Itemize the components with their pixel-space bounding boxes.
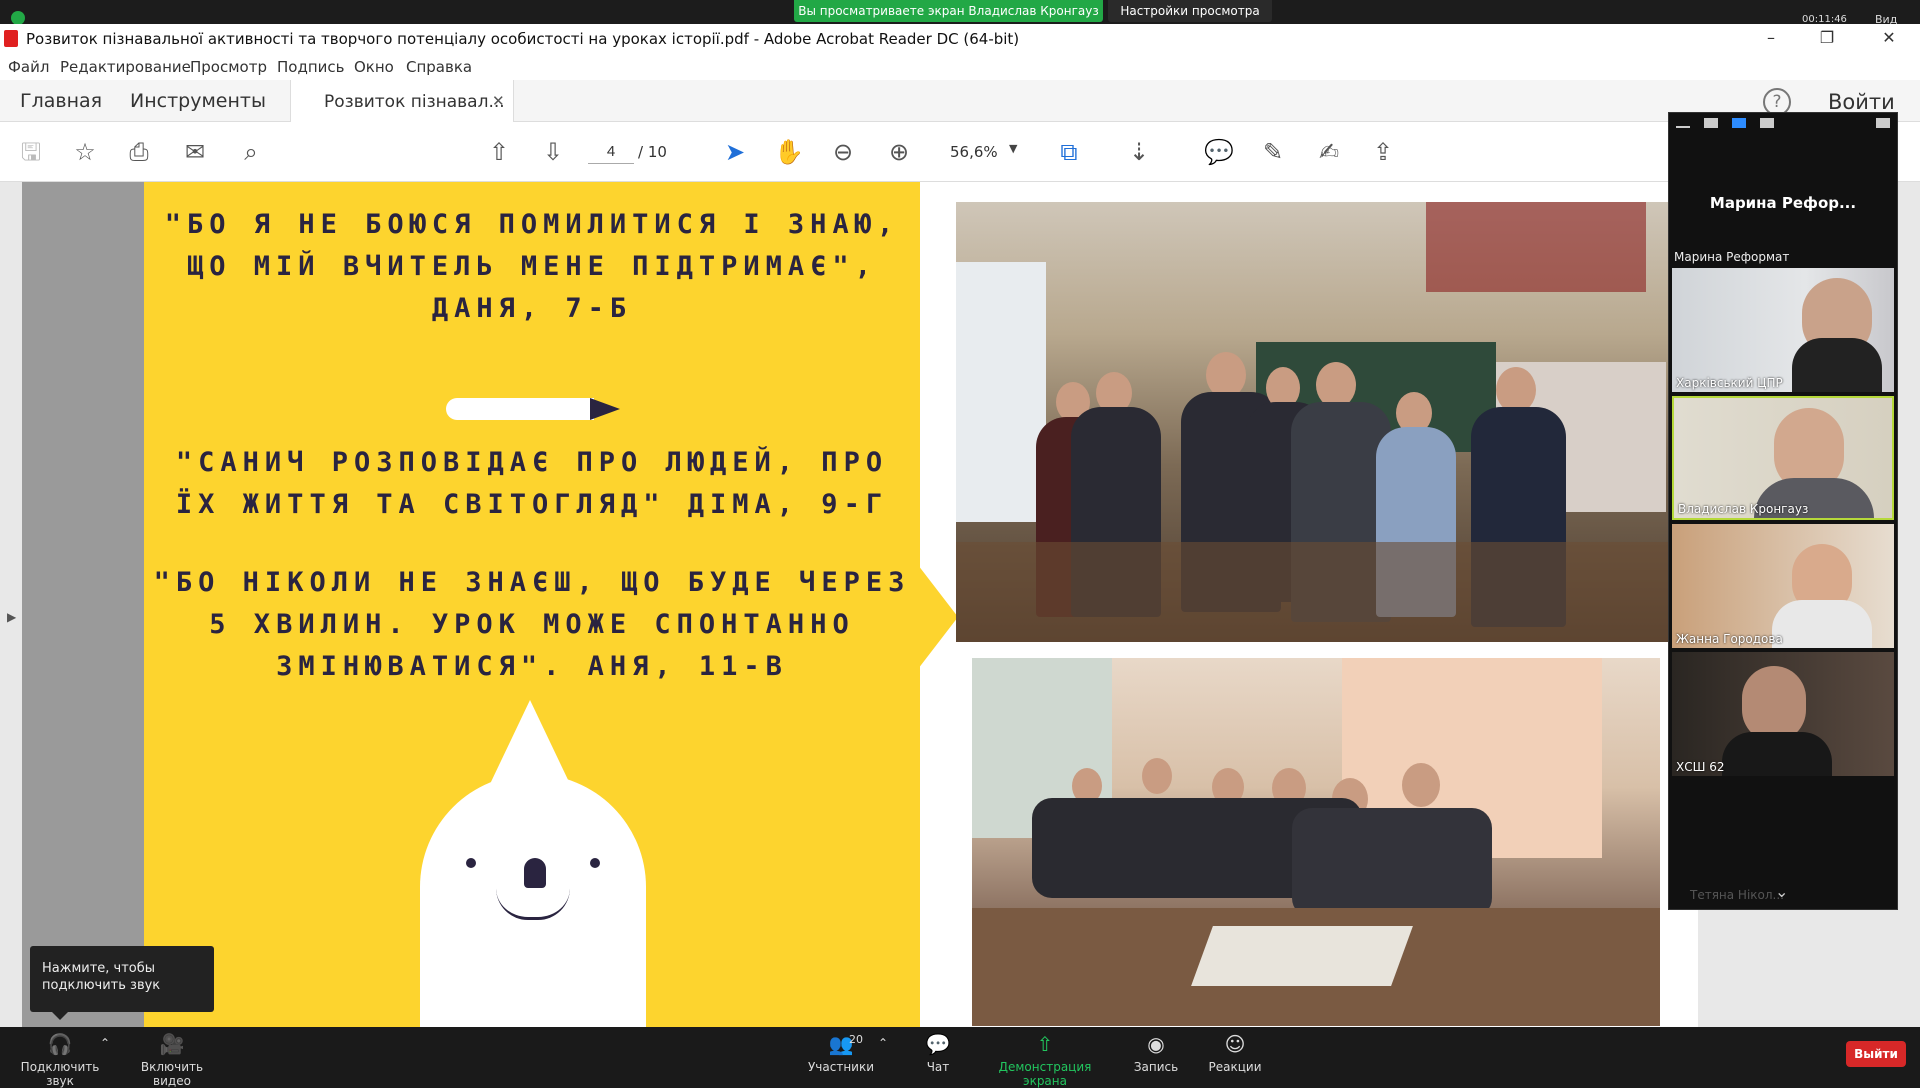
reactions-button[interactable]: ☺ Реакции [1202, 1032, 1268, 1074]
shield-icon [11, 11, 25, 25]
menu-sign[interactable]: Подпись [277, 58, 344, 76]
menu-file[interactable]: Файл [8, 58, 49, 76]
video-tile-name: Жанна Городова [1676, 632, 1783, 646]
more-participants-label: Тетяна Нікол... [1690, 888, 1784, 902]
video-tile-name: ХСШ 62 [1676, 760, 1725, 774]
audio-options-caret[interactable]: ⌃ [98, 1036, 112, 1050]
sign-icon[interactable]: ✍ [1314, 137, 1344, 167]
record-label: Запись [1133, 1060, 1179, 1074]
tooltip-arrow [52, 1012, 68, 1020]
zoom-level[interactable]: 56,6% [950, 143, 998, 161]
hand-tool-icon[interactable]: ✋ [774, 137, 804, 167]
bookmark-star-icon[interactable]: ☆ [70, 137, 100, 167]
pdf-icon [4, 30, 18, 47]
strip-view-icon[interactable] [1732, 118, 1746, 128]
page-total: / 10 [638, 143, 667, 161]
video-tile-name: Харківський ЦПР [1676, 376, 1783, 390]
tab-home[interactable]: Главная [20, 90, 102, 112]
video-tile[interactable]: Харківський ЦПР [1672, 268, 1894, 392]
comment-icon[interactable]: 💬 [1204, 137, 1234, 167]
minimize-button[interactable]: – [1748, 28, 1794, 50]
video-tile[interactable]: Жанна Городова [1672, 524, 1894, 648]
join-audio-tooltip: Нажмите, чтобы подключить звук [30, 946, 214, 1012]
classroom-photo-2 [972, 658, 1660, 1026]
quote-2: "Санич розповідає про людей, про їх житт… [175, 447, 889, 520]
chat-label: Чат [926, 1060, 950, 1074]
mascot-eye-right [590, 858, 600, 868]
fit-page-icon[interactable]: ⧉ [1054, 137, 1084, 167]
select-cursor-icon[interactable]: ➤ [720, 137, 750, 167]
restore-button[interactable]: ❐ [1804, 28, 1850, 50]
headphones-icon: 🎧 [47, 1032, 73, 1056]
video-tile[interactable]: ХСШ 62 [1672, 652, 1894, 776]
video-tile-name: Владислав Кронгауз [1678, 502, 1809, 516]
minimize-panel-icon[interactable] [1676, 126, 1690, 128]
zoom-in-icon[interactable]: ⊕ [884, 137, 914, 167]
left-gutter [0, 182, 22, 1027]
menu-edit[interactable]: Редактирование [60, 58, 191, 76]
reactions-icon: ☺ [1224, 1032, 1246, 1056]
share-banner: Вы просматриваете экран Владислав Кронга… [794, 0, 1103, 22]
share-screen-label: Демонстрация экрана [998, 1060, 1092, 1088]
mascot-crown [490, 700, 570, 784]
close-tab-icon[interactable]: ✕ [492, 92, 505, 110]
window-title: Розвиток пізнавальної активності та твор… [26, 30, 1020, 48]
close-window-button[interactable]: ✕ [1866, 28, 1912, 50]
zoom-dropdown-icon[interactable]: ▼ [1009, 142, 1017, 155]
participants-caret[interactable]: ⌃ [876, 1036, 890, 1050]
mascot-eye-left [466, 858, 476, 868]
quote-1: "Бо я не боюся помилитися і знаю, що мій… [164, 209, 900, 324]
share-doc-icon[interactable]: ⇪ [1368, 137, 1398, 167]
chat-icon: 💬 [925, 1032, 951, 1056]
active-speaker-name: Марина Рефор... [1709, 194, 1857, 212]
save-icon[interactable]: 🖫 [16, 137, 46, 167]
classroom-photo-1 [956, 202, 1668, 642]
menu-help[interactable]: Справка [406, 58, 472, 76]
video-tile-active[interactable]: Владислав Кронгауз [1672, 396, 1894, 520]
search-icon[interactable]: ⌕ [236, 137, 266, 167]
gallery-view-icon[interactable] [1760, 118, 1774, 128]
popout-panel-icon[interactable] [1876, 118, 1890, 128]
reactions-label: Реакции [1208, 1060, 1262, 1074]
tab-tools[interactable]: Инструменты [130, 90, 266, 112]
participants-label: Участники [807, 1060, 875, 1074]
tab-bar [0, 80, 1920, 122]
tab-document-label: Розвиток пізнавал... [324, 92, 505, 112]
leave-button[interactable]: Выйти [1846, 1041, 1906, 1067]
print-icon[interactable]: ⎙ [124, 137, 154, 167]
chat-button[interactable]: 💬 Чат [908, 1032, 968, 1074]
mascot-nose [524, 858, 546, 888]
sign-in-button[interactable]: Войти [1828, 90, 1895, 114]
prev-page-icon[interactable]: ⇧ [484, 137, 514, 167]
start-video-label: Включить видео [140, 1060, 204, 1088]
menu-view[interactable]: Просмотр [190, 58, 267, 76]
scroll-mode-icon[interactable]: ⇣ [1124, 137, 1154, 167]
pencil-illustration [446, 398, 594, 420]
record-button[interactable]: ◉ Запись [1126, 1032, 1186, 1074]
slide-gray-band [22, 182, 144, 1027]
slide-notch [918, 565, 958, 669]
menu-window[interactable]: Окно [354, 58, 394, 76]
zoom-out-icon[interactable]: ⊖ [828, 137, 858, 167]
email-icon[interactable]: ✉ [180, 137, 210, 167]
pencil-tip [590, 398, 620, 420]
highlight-icon[interactable]: ✎ [1258, 137, 1288, 167]
view-settings-button[interactable]: Настройки просмотра [1108, 0, 1272, 22]
quote-3: "Бо ніколи не знаєш, що буде через 5 хви… [153, 567, 911, 682]
chevron-down-icon[interactable]: ⌄ [1775, 882, 1788, 901]
next-page-icon[interactable]: ⇩ [538, 137, 568, 167]
menu-bar: Файл Редактирование Просмотр Подпись Окн… [0, 54, 1920, 80]
join-audio-label: Подключить звук [20, 1060, 100, 1088]
participants-count: 20 [849, 1033, 863, 1046]
participants-button[interactable]: 👥 Участники [796, 1032, 886, 1074]
active-speaker-label: Марина Реформат [1674, 250, 1790, 264]
video-off-icon: 🎥 [159, 1032, 185, 1056]
share-screen-icon: ⇧ [1036, 1032, 1054, 1056]
participants-icon: 👥 [828, 1032, 854, 1056]
page-number-input[interactable] [588, 140, 634, 164]
speaker-view-icon[interactable] [1704, 118, 1718, 128]
expand-panel-icon[interactable]: ▶ [7, 610, 16, 624]
record-icon: ◉ [1147, 1032, 1165, 1056]
